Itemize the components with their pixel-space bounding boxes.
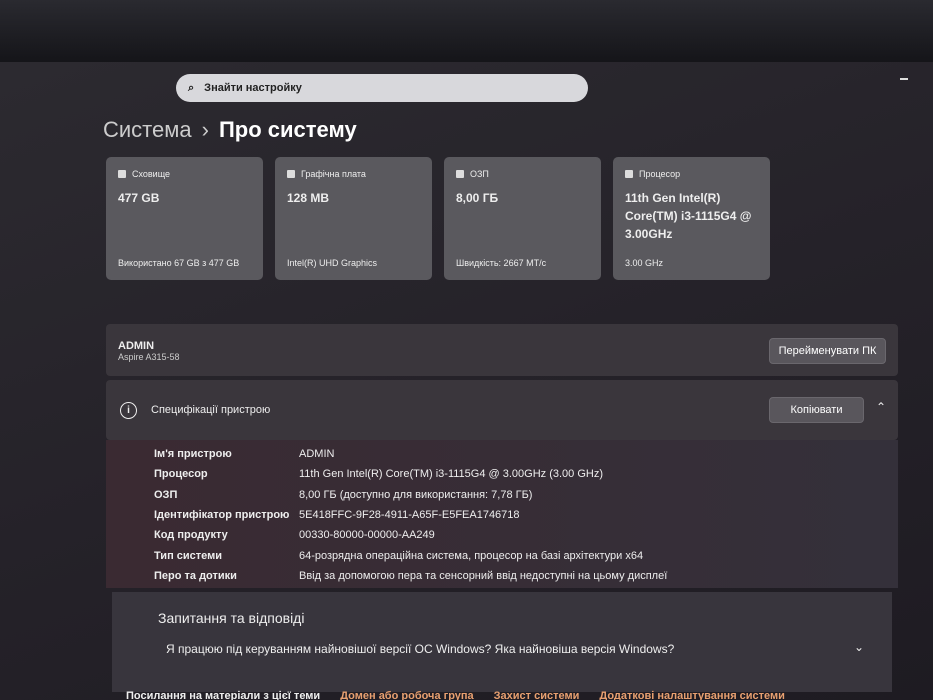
link-system-protection[interactable]: Захист системи (494, 690, 580, 700)
breadcrumb: Система › Про систему (103, 117, 357, 143)
specs-title: Специфікації пристрою (151, 404, 271, 416)
card-label: ОЗП (470, 169, 489, 179)
ram-icon (456, 170, 464, 178)
card-label: Сховище (132, 169, 171, 179)
spec-value: 11th Gen Intel(R) Core(TM) i3-1115G4 @ 3… (299, 468, 603, 481)
faq-title: Запитання та відповіді (158, 610, 305, 626)
search-placeholder: Знайти настройку (204, 82, 302, 94)
spec-key: Ідентифікатор пристрою (154, 509, 290, 522)
link-domain-workgroup[interactable]: Домен або робоча група (340, 690, 473, 700)
link-advanced-settings[interactable]: Додаткові налаштування системи (599, 690, 785, 700)
card-value: 8,00 ГБ (456, 191, 499, 205)
spec-value: 8,00 ГБ (доступно для використання: 7,78… (299, 488, 533, 501)
spec-value: 00330-80000-00000-AA249 (299, 529, 435, 542)
gpu-card[interactable]: Графічна плата 128 MB Intel(R) UHD Graph… (275, 157, 432, 280)
card-value: 128 MB (287, 191, 330, 205)
related-links-label: Посилання на матеріали з цієї теми (126, 690, 321, 700)
card-sub: Intel(R) UHD Graphics (287, 258, 378, 268)
spec-row: Тип системи 64-розрядна операційна систем… (106, 545, 898, 565)
spec-row: Ідентифікатор пристрою 5E418FFC-9F28-4911… (106, 505, 898, 525)
page-title: Про систему (218, 117, 357, 142)
spec-key: Тип системи (154, 549, 223, 562)
faq-question[interactable]: Я працюю під керуванням найновішої версі… (166, 642, 674, 656)
cpu-icon (625, 170, 633, 178)
card-value: 477 GB (118, 191, 160, 205)
card-label: Процесор (639, 169, 681, 179)
spec-key: Процесор (154, 468, 208, 481)
storage-card[interactable]: Сховище 477 GB Використано 67 GB з 477 G… (106, 157, 263, 280)
ram-card[interactable]: ОЗП 8,00 ГБ Швидкість: 2667 MT/c (444, 157, 601, 280)
device-specs-header[interactable]: i Специфікації пристрою Копіювати ⌃ (106, 380, 898, 440)
spec-value: 64-розрядна операційна система, процесор… (299, 549, 644, 562)
screen-bezel (0, 0, 933, 70)
device-name-panel: ADMIN Aspire A315-58 Перейменувати ПК (106, 324, 898, 376)
card-sub: Швидкість: 2667 MT/c (456, 258, 547, 268)
spec-row: ОЗП 8,00 ГБ (доступно для використання: 7… (106, 485, 898, 505)
spec-key: Код продукту (154, 529, 228, 542)
spec-value: ADMIN (299, 448, 335, 461)
faq-section: Запитання та відповіді Я працюю під керу… (112, 592, 892, 692)
search-icon: ⌕ (188, 81, 195, 94)
spec-key: Перо та дотики (154, 569, 237, 582)
spec-value: Ввід за допомогою пера та сенсорний ввід… (299, 569, 668, 582)
settings-window: ⌕ Знайти настройку Система › Про систему… (0, 62, 933, 700)
spec-value: 5E418FFC-9F28-4911-A65F-E5FEA1746718 (299, 509, 520, 522)
storage-icon (118, 170, 126, 178)
copy-button[interactable]: Копіювати (769, 397, 864, 423)
spec-key: Ім'я пристрою (154, 448, 232, 461)
rename-pc-button[interactable]: Перейменувати ПК (769, 338, 886, 364)
spec-row: Код продукту 00330-80000-00000-AA249 (106, 525, 898, 545)
card-label: Графічна плата (301, 169, 366, 179)
chevron-up-icon[interactable]: ⌃ (876, 400, 886, 414)
related-links: Посилання на матеріали з цієї теми Домен… (126, 690, 785, 700)
spec-row: Процесор 11th Gen Intel(R) Core(TM) i3-11… (106, 464, 898, 484)
gpu-icon (287, 170, 295, 178)
cpu-card[interactable]: Процесор 11th Gen Intel(R) Core(TM) i3-1… (613, 157, 770, 280)
spec-key: ОЗП (154, 488, 178, 501)
specs-list: Ім'я пристрою ADMIN Процесор 11th Gen Inte… (106, 440, 898, 588)
breadcrumb-parent[interactable]: Система (103, 117, 192, 143)
card-sub: 3.00 GHz (625, 258, 664, 268)
spec-row: Перо та дотики Ввід за допомогою пера та … (106, 566, 898, 586)
spec-row: Ім'я пристрою ADMIN (106, 444, 898, 464)
minimize-button[interactable] (900, 78, 908, 80)
search-input[interactable]: ⌕ Знайти настройку (176, 74, 588, 102)
chevron-down-icon[interactable]: ⌄ (854, 640, 864, 654)
card-sub: Використано 67 GB з 477 GB (118, 258, 240, 268)
info-icon: i (120, 401, 137, 419)
breadcrumb-separator: › (201, 117, 209, 142)
card-value: 11th Gen Intel(R) Core(TM) i3-1115G4 @ 3… (625, 191, 752, 241)
